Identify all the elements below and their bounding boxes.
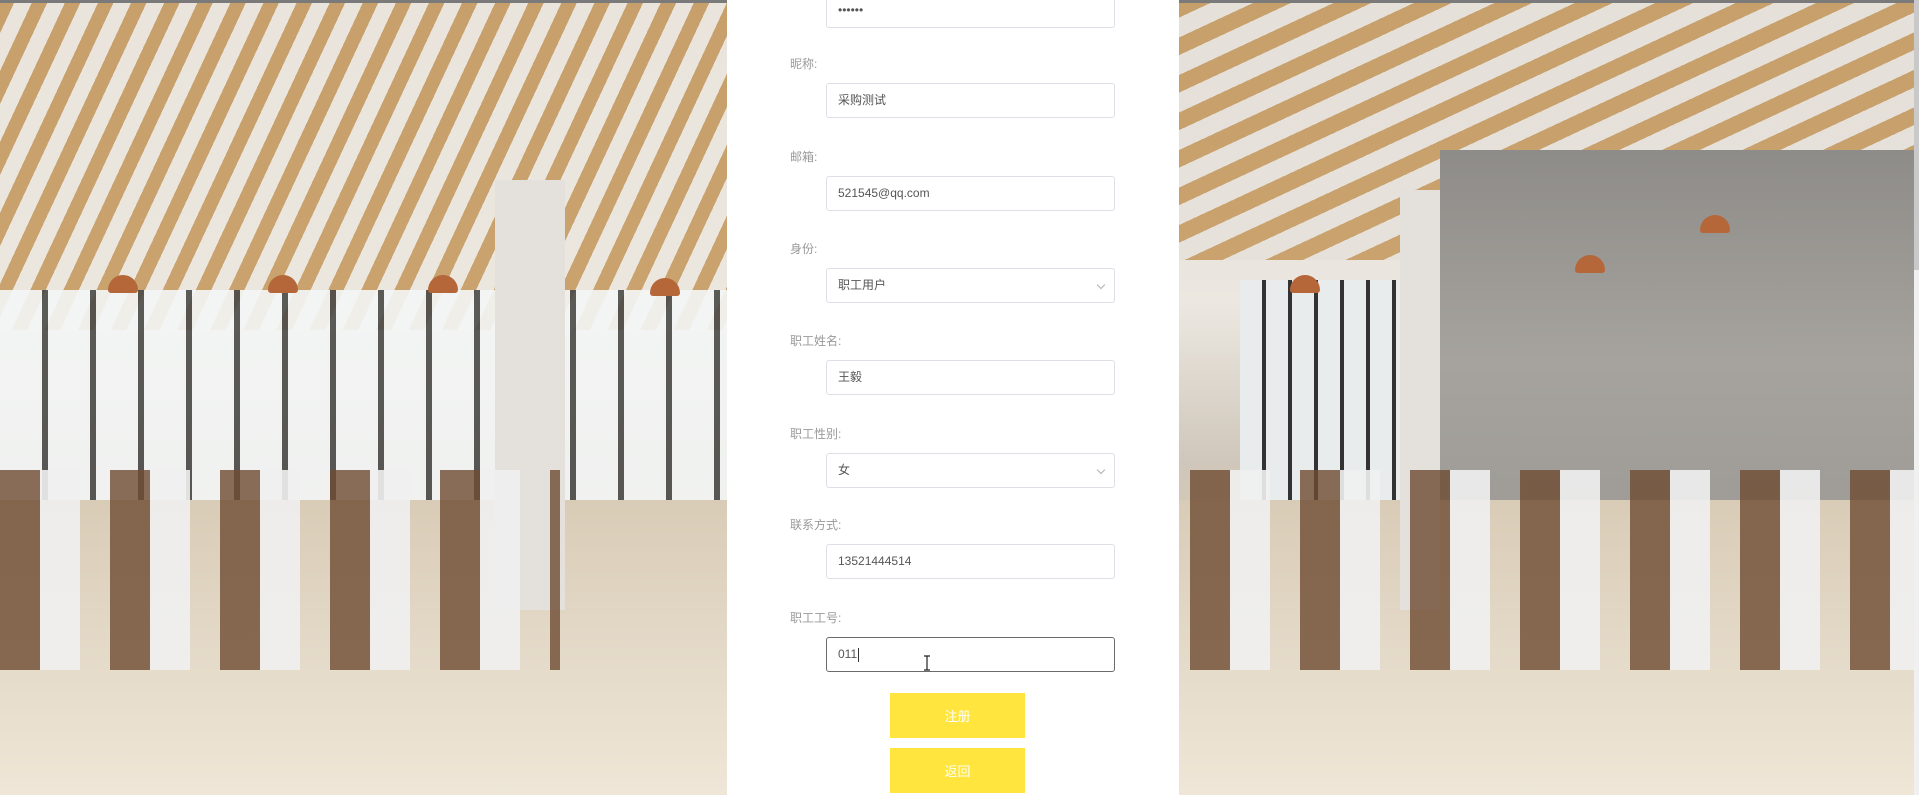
- chevron-down-icon: [1096, 465, 1106, 475]
- staff-id-label: 职工工号:: [790, 611, 842, 625]
- nickname-field[interactable]: 采购测试: [826, 83, 1115, 118]
- staff-gender-value: 女: [838, 463, 851, 477]
- identity-label: 身份:: [790, 242, 818, 256]
- contact-value: 13521444514: [838, 554, 912, 568]
- staff-gender-label: 职工性别:: [790, 427, 842, 441]
- ibeam-cursor-icon: [924, 655, 930, 671]
- nickname-label: 昵称:: [790, 57, 818, 71]
- staff-id-value: 011: [838, 647, 858, 661]
- scrollbar[interactable]: [1914, 0, 1919, 795]
- staff-name-label: 职工姓名:: [790, 334, 842, 348]
- identity-select[interactable]: 职工用户: [826, 268, 1115, 303]
- contact-label: 联系方式:: [790, 518, 842, 532]
- email-field[interactable]: 521545@qq.com: [826, 176, 1115, 211]
- register-button[interactable]: 注册: [890, 693, 1025, 738]
- email-value: 521545@qq.com: [838, 186, 930, 200]
- password-field[interactable]: ••••••: [826, 0, 1115, 28]
- identity-value: 职工用户: [838, 278, 887, 292]
- nickname-value: 采购测试: [838, 93, 887, 107]
- staff-name-field[interactable]: 王毅: [826, 360, 1115, 395]
- password-value: ••••••: [838, 3, 864, 17]
- chevron-down-icon: [1096, 280, 1106, 290]
- chairs-right: [1190, 470, 1919, 670]
- contact-field[interactable]: 13521444514: [826, 544, 1115, 579]
- back-button[interactable]: 返回: [890, 748, 1025, 793]
- pendant-lamp: [1290, 275, 1320, 293]
- chairs-left: [0, 470, 560, 670]
- staff-name-value: 王毅: [838, 370, 863, 384]
- email-label: 邮箱:: [790, 150, 818, 164]
- ceiling-left: [0, 0, 727, 330]
- staff-id-field[interactable]: 011: [826, 637, 1115, 672]
- windows-left: [0, 290, 727, 500]
- register-panel: •••••• 昵称: 采购测试 邮箱: 521545@qq.com 身份: 职工…: [727, 0, 1179, 795]
- text-caret: [858, 647, 860, 662]
- staff-gender-select[interactable]: 女: [826, 453, 1115, 488]
- scrollbar-thumb[interactable]: [1914, 0, 1919, 270]
